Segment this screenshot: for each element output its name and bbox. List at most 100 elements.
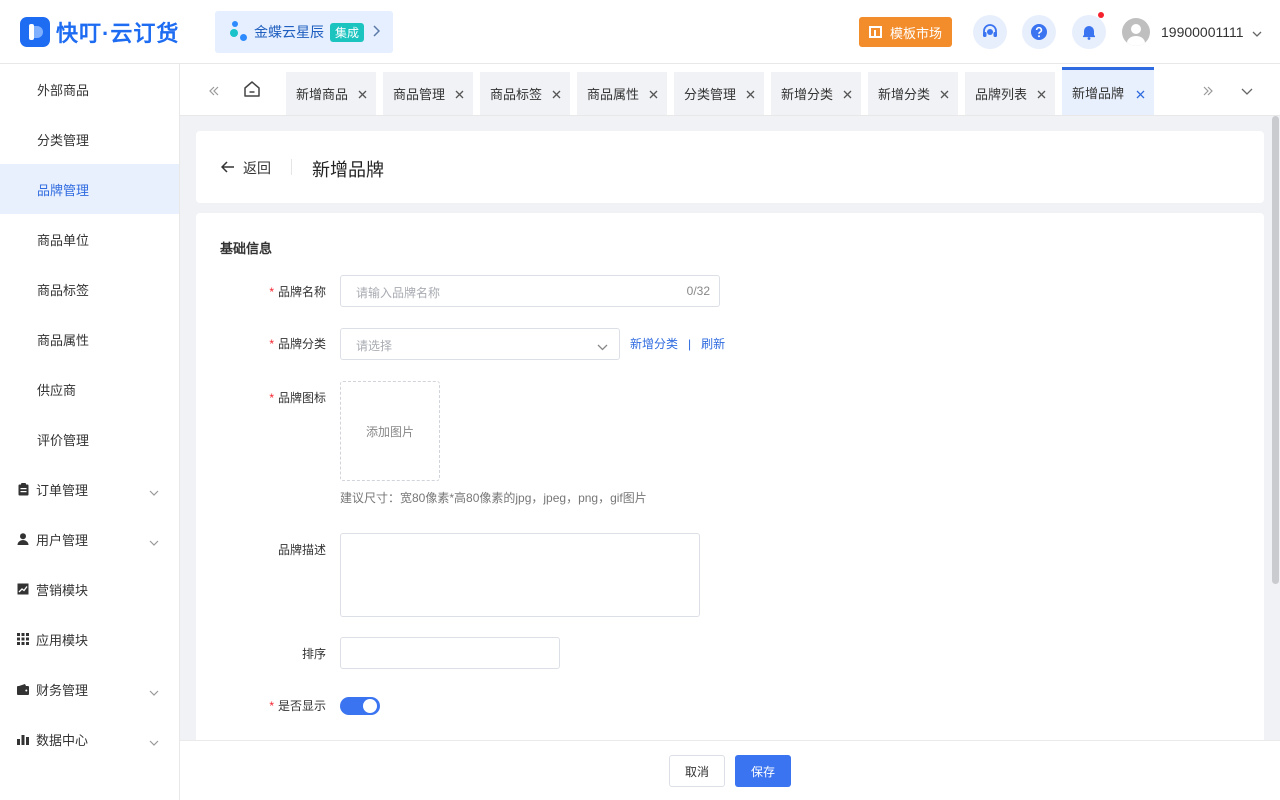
page-scrollbar[interactable] xyxy=(1271,116,1280,740)
close-icon[interactable] xyxy=(649,87,658,102)
kingdee-integration-banner[interactable]: 金蝶云星辰 集成 xyxy=(215,11,393,53)
avatar xyxy=(1122,18,1150,46)
brand-description-textarea[interactable] xyxy=(340,533,700,617)
category-links: 新增分类 | 刷新 xyxy=(630,335,725,352)
tabs-bar: 新增商品 商品管理 商品标签 商品属性 分类管理 新增分类 新增分类 品牌列表 … xyxy=(180,64,1280,116)
brand-name-input[interactable]: 请输入品牌名称 0/32 xyxy=(340,275,720,307)
chevron-down-icon xyxy=(1252,25,1262,40)
sidebar-item-external-goods[interactable]: 外部商品 xyxy=(0,64,179,114)
brand-icon-upload[interactable]: 添加图片 xyxy=(340,381,440,481)
show-toggle[interactable] xyxy=(340,697,380,715)
close-icon[interactable] xyxy=(552,87,561,102)
chevron-down-icon xyxy=(149,684,159,699)
section-title: 基础信息 xyxy=(220,241,273,256)
close-icon[interactable] xyxy=(455,87,464,102)
back-button[interactable]: 返回 xyxy=(220,158,271,178)
add-category-link[interactable]: 新增分类 xyxy=(630,335,678,352)
sidebar-item-label: 商品单位 xyxy=(37,232,90,248)
help-button[interactable] xyxy=(1022,15,1056,49)
sidebar: 外部商品 分类管理 品牌管理 商品单位 商品标签 商品属性 供应商 评价管理 订… xyxy=(0,64,180,800)
title-divider xyxy=(291,159,292,175)
tab-add-goods[interactable]: 新增商品 xyxy=(286,72,376,115)
tab-category-management[interactable]: 分类管理 xyxy=(674,72,764,115)
sidebar-group-label: 营销模块 xyxy=(36,582,89,598)
close-icon[interactable] xyxy=(940,87,949,102)
integration-tag: 集成 xyxy=(330,22,365,42)
top-header: 快叮·云订货 金蝶云星辰 集成 模板市场 19900001111 xyxy=(0,0,1280,64)
tab-label: 新增品牌 xyxy=(1072,86,1125,101)
tab-label: 商品管理 xyxy=(393,87,446,102)
required-mark: * xyxy=(269,337,274,351)
form-footer: 取消 保存 xyxy=(180,740,1280,800)
chevron-down-icon xyxy=(149,484,159,499)
brand-form-card: 基础信息 * 品牌名称 请输入品牌名称 0/32 * 品牌分类 请选择 新增分类 |… xyxy=(196,213,1264,753)
arrow-left-icon xyxy=(220,160,235,176)
notifications-button[interactable] xyxy=(1072,12,1106,49)
sidebar-item-supplier[interactable]: 供应商 xyxy=(0,364,179,414)
close-icon[interactable] xyxy=(1136,87,1145,102)
sidebar-item-label: 品牌管理 xyxy=(37,182,90,198)
scrollbar-thumb[interactable] xyxy=(1272,116,1279,584)
user-menu[interactable]: 19900001111 xyxy=(1122,18,1262,46)
chevron-right-icon xyxy=(372,24,381,40)
kingdee-name: 金蝶云星辰 xyxy=(254,24,324,40)
close-icon[interactable] xyxy=(843,87,852,102)
tab-goods-tag[interactable]: 商品标签 xyxy=(480,72,570,115)
brand-name-label-text: 品牌名称 xyxy=(277,285,326,299)
save-button[interactable]: 保存 xyxy=(735,755,791,787)
page-header-card: 返回 新增品牌 xyxy=(196,131,1264,203)
sort-input[interactable] xyxy=(340,637,560,669)
tab-label: 新增商品 xyxy=(296,87,349,102)
user-icon xyxy=(17,533,29,545)
show-label: * 是否显示 xyxy=(196,697,326,714)
sidebar-group-data-center[interactable]: 数据中心 xyxy=(0,714,179,764)
bar-chart-icon xyxy=(17,733,29,745)
sidebar-group-marketing[interactable]: 营销模块 xyxy=(0,564,179,614)
sidebar-group-users[interactable]: 用户管理 xyxy=(0,514,179,564)
tab-add-category-2[interactable]: 新增分类 xyxy=(868,72,958,115)
sidebar-item-goods-unit[interactable]: 商品单位 xyxy=(0,214,179,264)
tab-label: 新增分类 xyxy=(781,87,834,102)
sidebar-item-goods-attribute[interactable]: 商品属性 xyxy=(0,314,179,364)
sidebar-group-orders[interactable]: 订单管理 xyxy=(0,464,179,514)
brand-description-label: 品牌描述 xyxy=(196,541,326,558)
tab-label: 商品标签 xyxy=(490,87,543,102)
sidebar-item-category-management[interactable]: 分类管理 xyxy=(0,114,179,164)
sidebar-item-label: 供应商 xyxy=(37,382,77,398)
home-tab-icon[interactable] xyxy=(243,80,261,101)
tabs-more-chevron-down-icon[interactable] xyxy=(1241,84,1253,99)
wallet-icon xyxy=(17,683,29,695)
link-separator: | xyxy=(688,336,692,351)
template-market-button[interactable]: 模板市场 xyxy=(859,17,952,47)
sidebar-group-label: 用户管理 xyxy=(36,532,89,548)
sidebar-group-finance[interactable]: 财务管理 xyxy=(0,664,179,714)
sidebar-item-goods-tag[interactable]: 商品标签 xyxy=(0,264,179,314)
customer-service-button[interactable] xyxy=(973,15,1007,49)
tab-goods-management[interactable]: 商品管理 xyxy=(383,72,473,115)
cancel-button[interactable]: 取消 xyxy=(669,755,725,787)
close-icon[interactable] xyxy=(746,87,755,102)
required-mark: * xyxy=(269,391,274,405)
notification-dot xyxy=(1098,12,1104,18)
tab-add-category[interactable]: 新增分类 xyxy=(771,72,861,115)
sidebar-item-label: 分类管理 xyxy=(37,132,90,148)
tab-add-brand[interactable]: 新增品牌 xyxy=(1062,67,1154,115)
brand-category-select[interactable]: 请选择 xyxy=(340,328,620,360)
app-logo[interactable]: 快叮·云订货 xyxy=(20,17,179,47)
brand-name-placeholder: 请输入品牌名称 xyxy=(356,286,441,300)
close-icon[interactable] xyxy=(1037,87,1046,102)
back-label: 返回 xyxy=(243,160,271,176)
tabs-scroll-left-icon[interactable] xyxy=(208,84,220,99)
close-icon[interactable] xyxy=(358,87,367,102)
tabs-scroll-right-icon[interactable] xyxy=(1202,84,1214,99)
brand-name-label: * 品牌名称 xyxy=(196,283,326,300)
sidebar-item-review-management[interactable]: 评价管理 xyxy=(0,414,179,464)
required-mark: * xyxy=(269,285,274,299)
tab-brand-list[interactable]: 品牌列表 xyxy=(965,72,1055,115)
sidebar-item-brand-management[interactable]: 品牌管理 xyxy=(0,164,179,214)
refresh-link[interactable]: 刷新 xyxy=(701,335,725,352)
sidebar-group-apps[interactable]: 应用模块 xyxy=(0,614,179,664)
tab-goods-attribute[interactable]: 商品属性 xyxy=(577,72,667,115)
sidebar-item-label: 评价管理 xyxy=(37,432,90,448)
kingdee-logo-icon xyxy=(230,21,250,43)
